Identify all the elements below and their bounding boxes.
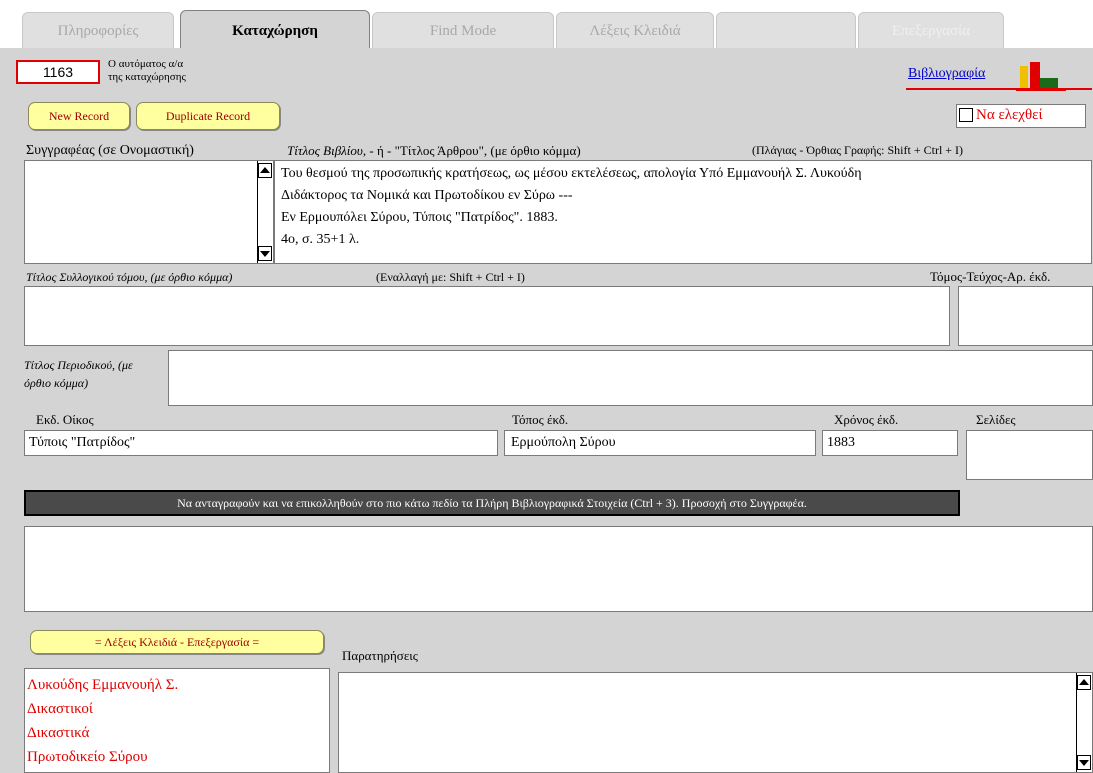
- tab-blank[interactable]: [716, 12, 856, 48]
- year-label: Χρόνος έκδ.: [834, 412, 899, 427]
- record-number-label-line2: της καταχώρησης: [108, 71, 186, 83]
- title-label-italic: Τίτλος Βιβλίου: [287, 143, 363, 158]
- collective-hint: (Εναλλαγή με: Shift + Ctrl + I): [376, 270, 525, 284]
- title-label: Τίτλος Βιβλίου, - ή - "Τίτλος Άρθρου", (…: [287, 143, 581, 159]
- author-scrollbar[interactable]: [257, 161, 273, 263]
- collective-label: Τίτλος Συλλογικού τόμου, (με όρθιο κόμμα…: [26, 270, 233, 284]
- volume-field[interactable]: [958, 286, 1093, 346]
- tab-processing[interactable]: Επεξεργασία: [858, 12, 1004, 48]
- tab-keywords[interactable]: Λέξεις Κλειδιά: [556, 12, 714, 48]
- journal-field[interactable]: [168, 350, 1093, 406]
- year-field[interactable]: 1883: [822, 430, 958, 456]
- bibliography-logo-icon: [1016, 58, 1066, 96]
- scroll-down-icon[interactable]: [1077, 755, 1091, 770]
- title-line-1: Του θεσμού της προσωπικής κρατήσεως, ως …: [281, 166, 862, 181]
- remarks-label: Παρατηρήσεις: [342, 648, 418, 663]
- keyword-item[interactable]: Πρωτοδικείο Σύρου: [27, 745, 327, 769]
- title-hint: (Πλάγιας - Όρθιας Γραφής: Shift + Ctrl +…: [752, 143, 964, 157]
- publisher-label: Εκδ. Οίκος: [36, 412, 94, 427]
- record-number-label: Ο αυτόματος α/α της καταχώρησης: [108, 58, 186, 84]
- check-label: Να ελεχθεί: [976, 107, 1043, 123]
- keywords-list[interactable]: Λυκούδης Εμμανουήλ Σ. Δικαστικοί Δικαστι…: [24, 668, 330, 773]
- tab-bar: Πληροφορίες Καταχώρηση Find Mode Λέξεις …: [0, 0, 1093, 48]
- pages-label: Σελίδες: [976, 412, 1016, 427]
- bibliography-link[interactable]: Βιβλιογραφία: [908, 66, 985, 82]
- title-label-rest: , - ή - "Τίτλος Άρθρου", (με όρθιο κόμμα…: [362, 143, 581, 158]
- duplicate-record-button[interactable]: Duplicate Record: [136, 102, 280, 130]
- place-field[interactable]: Ερμούπολη Σύρου: [504, 430, 816, 456]
- author-label: Συγγραφέας (σε Ονομαστική): [26, 143, 194, 158]
- title-line-3: Εν Ερμουπόλει Σύρου, Τύποις "Πατρίδος". …: [281, 210, 558, 225]
- scroll-up-icon[interactable]: [1077, 675, 1091, 690]
- remarks-field[interactable]: [338, 672, 1093, 773]
- header-red-line: [906, 88, 1092, 90]
- scroll-down-icon[interactable]: [258, 246, 272, 261]
- remarks-scrollbar[interactable]: [1076, 673, 1092, 772]
- collective-field[interactable]: [24, 286, 950, 346]
- record-number-label-line1: Ο αυτόματος α/α: [108, 58, 184, 70]
- keyword-item[interactable]: Λυκούδης Εμμανουήλ Σ.: [27, 673, 327, 697]
- scroll-up-icon[interactable]: [258, 163, 272, 178]
- title-line-4: 4ο, σ. 35+1 λ.: [281, 232, 360, 247]
- keyword-item[interactable]: Δικαστικά: [27, 721, 327, 745]
- notice-bar: Να ανταγραφούν και να επικολληθούν στο π…: [24, 490, 960, 516]
- place-label: Τόπος έκδ.: [512, 412, 569, 427]
- check-field: Να ελεχθεί: [956, 104, 1086, 128]
- journal-label: Τίτλος Περιοδικού, (με όρθιο κόμμα): [24, 358, 133, 390]
- publisher-field[interactable]: Τύποις "Πατρίδος": [24, 430, 498, 456]
- title-line-2: Διδάκτορος τα Νομικά και Πρωτοδίκου εν Σ…: [281, 188, 573, 203]
- volume-label: Τόμος-Τεύχος-Αρ. έκδ.: [930, 269, 1051, 284]
- title-field[interactable]: Του θεσμού της προσωπικής κρατήσεως, ως …: [274, 160, 1092, 264]
- record-number-field: 1163: [16, 60, 100, 84]
- full-bibliography-field[interactable]: [24, 526, 1093, 612]
- check-checkbox[interactable]: [959, 108, 973, 122]
- tab-entry[interactable]: Καταχώρηση: [180, 10, 370, 48]
- author-field[interactable]: [24, 160, 274, 264]
- keywords-button[interactable]: = Λέξεις Κλειδιά - Επεξεργασία =: [30, 630, 324, 654]
- pages-field[interactable]: [966, 430, 1093, 480]
- tab-find-mode[interactable]: Find Mode: [372, 12, 554, 48]
- tab-information[interactable]: Πληροφορίες: [22, 12, 174, 48]
- keyword-item[interactable]: Δικαστικοί: [27, 697, 327, 721]
- new-record-button[interactable]: New Record: [28, 102, 130, 130]
